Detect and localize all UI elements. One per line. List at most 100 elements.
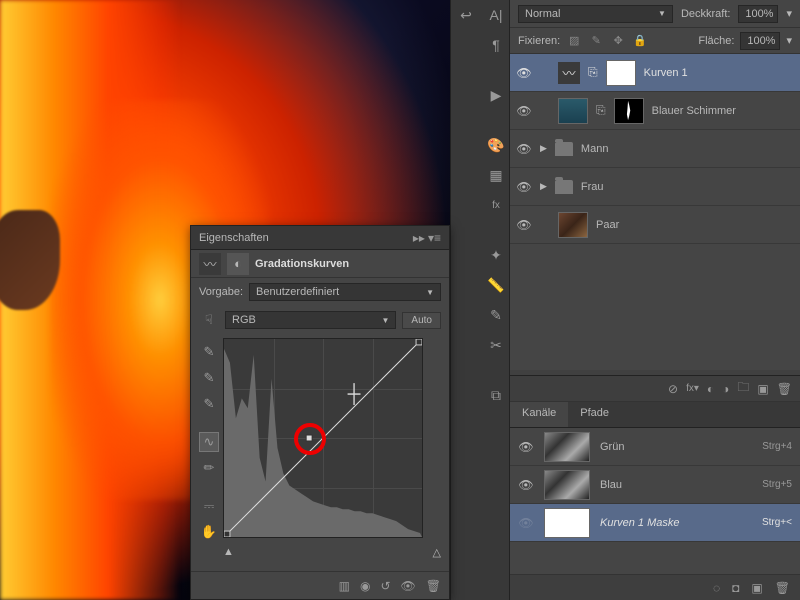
folder-icon[interactable]: 🗀 <box>737 378 749 399</box>
save-selection-icon[interactable]: ◘ <box>732 581 739 595</box>
folder-icon <box>555 142 573 156</box>
load-selection-icon[interactable]: ◌ <box>713 581 720 595</box>
black-slider-icon[interactable]: ▲ <box>223 546 234 559</box>
link-icon[interactable]: ⊘ <box>668 382 678 396</box>
layer-group-row[interactable]: 👁 ▶ Frau <box>510 168 800 206</box>
layer-list: 👁 〰 ⎘ Kurven 1 👁 ⎘ Blauer Schimmer 👁 ▶ M… <box>510 54 800 244</box>
new-channel-icon[interactable]: ▣ <box>751 581 762 595</box>
white-slider-icon[interactable]: △ <box>433 546 441 559</box>
smooth-icon[interactable]: ⎓ <box>199 496 219 516</box>
tab-channels[interactable]: Kanäle <box>510 402 568 427</box>
grid-icon[interactable]: ▦ <box>485 164 507 186</box>
new-icon[interactable]: ▣ <box>757 382 768 396</box>
collapse-icon[interactable]: ▸▸ <box>413 231 425 245</box>
layer-name: Frau <box>581 181 604 193</box>
reset-icon[interactable]: ↺ <box>380 579 390 593</box>
eyedropper-black-icon[interactable]: ✎ <box>199 342 219 362</box>
channel-shortcut: Strg+< <box>762 517 792 528</box>
curves-graph[interactable]: ┼ <box>223 338 423 538</box>
curve-pencil-tool-icon[interactable]: ✏ <box>199 458 219 478</box>
layer-thumb[interactable] <box>558 98 588 124</box>
note-icon[interactable]: ✎ <box>485 304 507 326</box>
visibility-icon[interactable]: 👁 <box>518 478 534 492</box>
highlight-circle <box>294 423 326 455</box>
layer-mask-thumb[interactable] <box>606 60 636 86</box>
screens-icon[interactable]: ⧉ <box>485 384 507 406</box>
slice-icon[interactable]: ✂ <box>485 334 507 356</box>
crosshair-cursor: ┼ <box>348 384 361 405</box>
lock-position-icon[interactable]: ✥ <box>610 33 626 49</box>
expand-icon[interactable]: ▶ <box>540 143 547 154</box>
channel-name: Kurven 1 Maske <box>600 517 752 529</box>
mask-icon[interactable]: ◐ <box>227 253 249 275</box>
channel-row[interactable]: 👁 Kurven 1 Maske Strg+< <box>510 504 800 542</box>
ruler-icon[interactable]: 📏 <box>485 274 507 296</box>
lock-all-icon[interactable]: 🔒 <box>632 33 648 49</box>
visibility-icon[interactable]: 👁 <box>518 440 534 454</box>
layer-name: Paar <box>596 219 619 231</box>
tab-paths[interactable]: Pfade <box>568 402 621 427</box>
channel-name: Blau <box>600 479 752 491</box>
adjustment-title: Gradationskurven <box>255 258 349 270</box>
layer-mask-thumb[interactable] <box>614 98 644 124</box>
delete-channel-icon[interactable]: 🗑 <box>775 581 790 595</box>
visibility-icon[interactable]: 👁 <box>518 516 534 530</box>
visibility-icon[interactable]: 👁 <box>516 142 532 156</box>
character-panel-icon[interactable]: A| <box>485 4 507 26</box>
blend-mode-value: Normal <box>525 8 560 20</box>
link-icon: ⎘ <box>588 65 598 80</box>
swatches-icon[interactable]: 🎨 <box>485 134 507 156</box>
channel-thumb <box>544 470 590 500</box>
channel-thumb <box>544 508 590 538</box>
visibility-icon[interactable]: 👁 <box>516 104 532 118</box>
lock-transparency-icon[interactable]: ▨ <box>566 33 582 49</box>
clip-to-layer-icon[interactable]: ▥ <box>339 579 350 593</box>
panel-menu-icon[interactable]: ▾≡ <box>428 231 441 245</box>
mask-icon[interactable]: ◐ <box>707 382 714 396</box>
opacity-input[interactable]: 100% <box>738 5 778 23</box>
toggle-visibility-icon[interactable]: 👁 <box>401 579 416 593</box>
curve-tools: ✎ ✎ ✎ ∿ ✏ ⎓ ✋ <box>199 338 223 542</box>
play-icon[interactable]: ▶ <box>485 84 507 106</box>
channel-row[interactable]: 👁 Blau Strg+5 <box>510 466 800 504</box>
layer-row[interactable]: 👁 ⎘ Blauer Schimmer <box>510 92 800 130</box>
channel-name: Grün <box>600 441 752 453</box>
auto-button[interactable]: Auto <box>402 312 441 329</box>
targeted-adjust-icon[interactable]: ☟ <box>199 310 219 330</box>
fill-input[interactable]: 100% <box>740 32 780 50</box>
visibility-icon[interactable]: 👁 <box>516 66 532 80</box>
chevron-down-icon[interactable]: ▾ <box>786 34 792 47</box>
channel-dropdown[interactable]: RGB ▼ <box>225 311 396 329</box>
preset-label: Vorgabe: <box>199 286 243 298</box>
layer-group-row[interactable]: 👁 ▶ Mann <box>510 130 800 168</box>
blend-mode-dropdown[interactable]: Normal ▼ <box>518 5 673 23</box>
eyedropper-gray-icon[interactable]: ✎ <box>199 368 219 388</box>
curve-point-tool-icon[interactable]: ∿ <box>199 432 219 452</box>
expand-icon[interactable]: ▶ <box>540 181 547 192</box>
layer-name: Blauer Schimmer <box>652 105 736 117</box>
visibility-icon[interactable]: 👁 <box>516 218 532 232</box>
eyedropper-white-icon[interactable]: ✎ <box>199 394 219 414</box>
adjustment-icon[interactable]: ◑ <box>722 382 729 396</box>
visibility-icon[interactable]: 👁 <box>516 180 532 194</box>
chevron-down-icon: ▼ <box>382 316 390 325</box>
preset-dropdown[interactable]: Benutzerdefiniert ▼ <box>249 283 441 301</box>
folder-icon <box>555 180 573 194</box>
layer-row[interactable]: 👁 Paar <box>510 206 800 244</box>
fx-icon[interactable]: fx▾ <box>686 383 699 394</box>
view-previous-icon[interactable]: ◉ <box>360 579 370 593</box>
layer-thumb[interactable] <box>558 212 588 238</box>
hand-icon[interactable]: ✋ <box>199 522 219 542</box>
delete-icon[interactable]: 🗑 <box>426 579 441 593</box>
history-icon[interactable]: ↩ <box>455 4 477 26</box>
lock-pixels-icon[interactable]: ✎ <box>588 33 604 49</box>
chevron-down-icon[interactable]: ▾ <box>786 7 792 20</box>
paragraph-panel-icon[interactable]: ¶ <box>485 34 507 56</box>
layer-row[interactable]: 👁 〰 ⎘ Kurven 1 <box>510 54 800 92</box>
collapsed-panels-strip: ↩ A| ¶ ▶ 🎨 ▦ fx ✦ 📏 ✎ ✂ ⧉ <box>450 0 510 600</box>
channel-row[interactable]: 👁 Grün Strg+4 <box>510 428 800 466</box>
channels-panel: ⊘ fx▾ ◐ ◑ 🗀 ▣ 🗑 Kanäle Pfade 👁 Grün Strg… <box>510 375 800 600</box>
wand-icon[interactable]: ✦ <box>485 244 507 266</box>
delete-icon[interactable]: 🗑 <box>777 382 792 396</box>
fx-icon[interactable]: fx <box>485 194 507 216</box>
